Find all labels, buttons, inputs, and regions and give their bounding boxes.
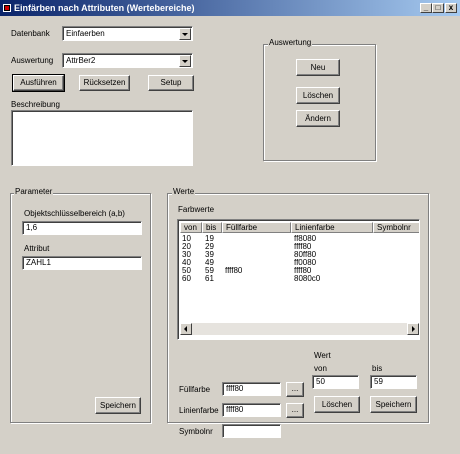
ausfuehren-button[interactable]: Ausführen [12,74,65,92]
loeschen-auswertung-button[interactable]: Löschen [296,87,340,104]
farbwerte-table[interactable]: von bis Füllfarbe Linienfarbe Symbolnr 1… [177,219,420,340]
column-header-bis[interactable]: bis [202,222,222,233]
auswertung-group-label: Auswertung [268,38,313,47]
chevron-down-icon[interactable] [179,55,191,67]
column-header-linienfarbe[interactable]: Linienfarbe [291,222,373,233]
objektschluessel-label: Objektschlüsselbereich (a,b) [24,209,125,218]
chevron-down-icon[interactable] [179,28,191,40]
datenbank-combo[interactable]: Einfaerben [62,26,193,41]
close-button[interactable]: x [445,3,457,13]
window-title: Einfärben nach Attributen (Wertebereiche… [14,3,195,13]
column-header-von[interactable]: von [180,222,202,233]
setup-button[interactable]: Setup [148,75,194,91]
neu-button[interactable]: Neu [296,59,340,76]
minimize-button[interactable]: _ [420,3,432,13]
bis-label: bis [372,364,383,373]
symbolnr-label: Symbolnr [179,427,213,436]
von-input[interactable]: 50 [312,375,359,389]
attribut-label: Attribut [24,244,50,253]
fuellfarbe-input[interactable]: ffff80 [222,382,281,396]
minimize-icon: _ [423,3,429,12]
horizontal-scrollbar[interactable] [180,323,419,335]
scroll-left-icon[interactable] [180,323,192,335]
attribut-input[interactable]: ZAHL1 [22,256,142,270]
app-icon [3,4,11,12]
symbolnr-input[interactable] [222,424,281,438]
datenbank-label: Datenbank [11,29,50,38]
von-label: von [314,364,327,373]
parameter-group-label: Parameter [14,187,54,196]
maximize-button[interactable]: □ [432,3,444,13]
auswertung-combo[interactable]: AttrBer2 [62,53,193,68]
objektschluessel-input[interactable]: 1,6 [22,221,142,235]
linienfarbe-input[interactable]: ffff80 [222,403,281,417]
beschreibung-textarea[interactable] [11,110,193,166]
auswertung-value: AttrBer2 [66,56,96,65]
bis-input[interactable]: 59 [370,375,417,389]
parameter-speichern-button[interactable]: Speichern [95,397,141,414]
werte-group-label: Werte [172,187,196,196]
maximize-icon: □ [435,3,441,12]
auswertung-label: Auswertung [11,56,54,65]
column-header-fuellfarbe[interactable]: Füllfarbe [222,222,291,233]
werte-speichern-button[interactable]: Speichern [370,396,417,413]
farbwerte-label: Farbwerte [178,205,215,214]
ruecksetzen-button[interactable]: Rücksetzen [79,75,130,91]
scroll-right-icon[interactable] [407,323,419,335]
werte-loeschen-button[interactable]: Löschen [314,396,360,413]
title-bar[interactable]: Einfärben nach Attributen (Wertebereiche… [0,0,460,16]
close-icon: x [448,3,454,12]
datenbank-value: Einfaerben [66,29,105,38]
linienfarbe-browse-button[interactable]: ... [286,403,304,418]
aendern-button[interactable]: Ändern [296,110,340,127]
fuellfarbe-browse-button[interactable]: ... [286,382,304,397]
column-header-symbolnr[interactable]: Symbolnr [373,222,419,233]
wert-label: Wert [314,351,331,360]
fuellfarbe-label: Füllfarbe [179,385,211,394]
beschreibung-label: Beschreibung [11,100,60,109]
linienfarbe-label: Linienfarbe [179,406,219,415]
